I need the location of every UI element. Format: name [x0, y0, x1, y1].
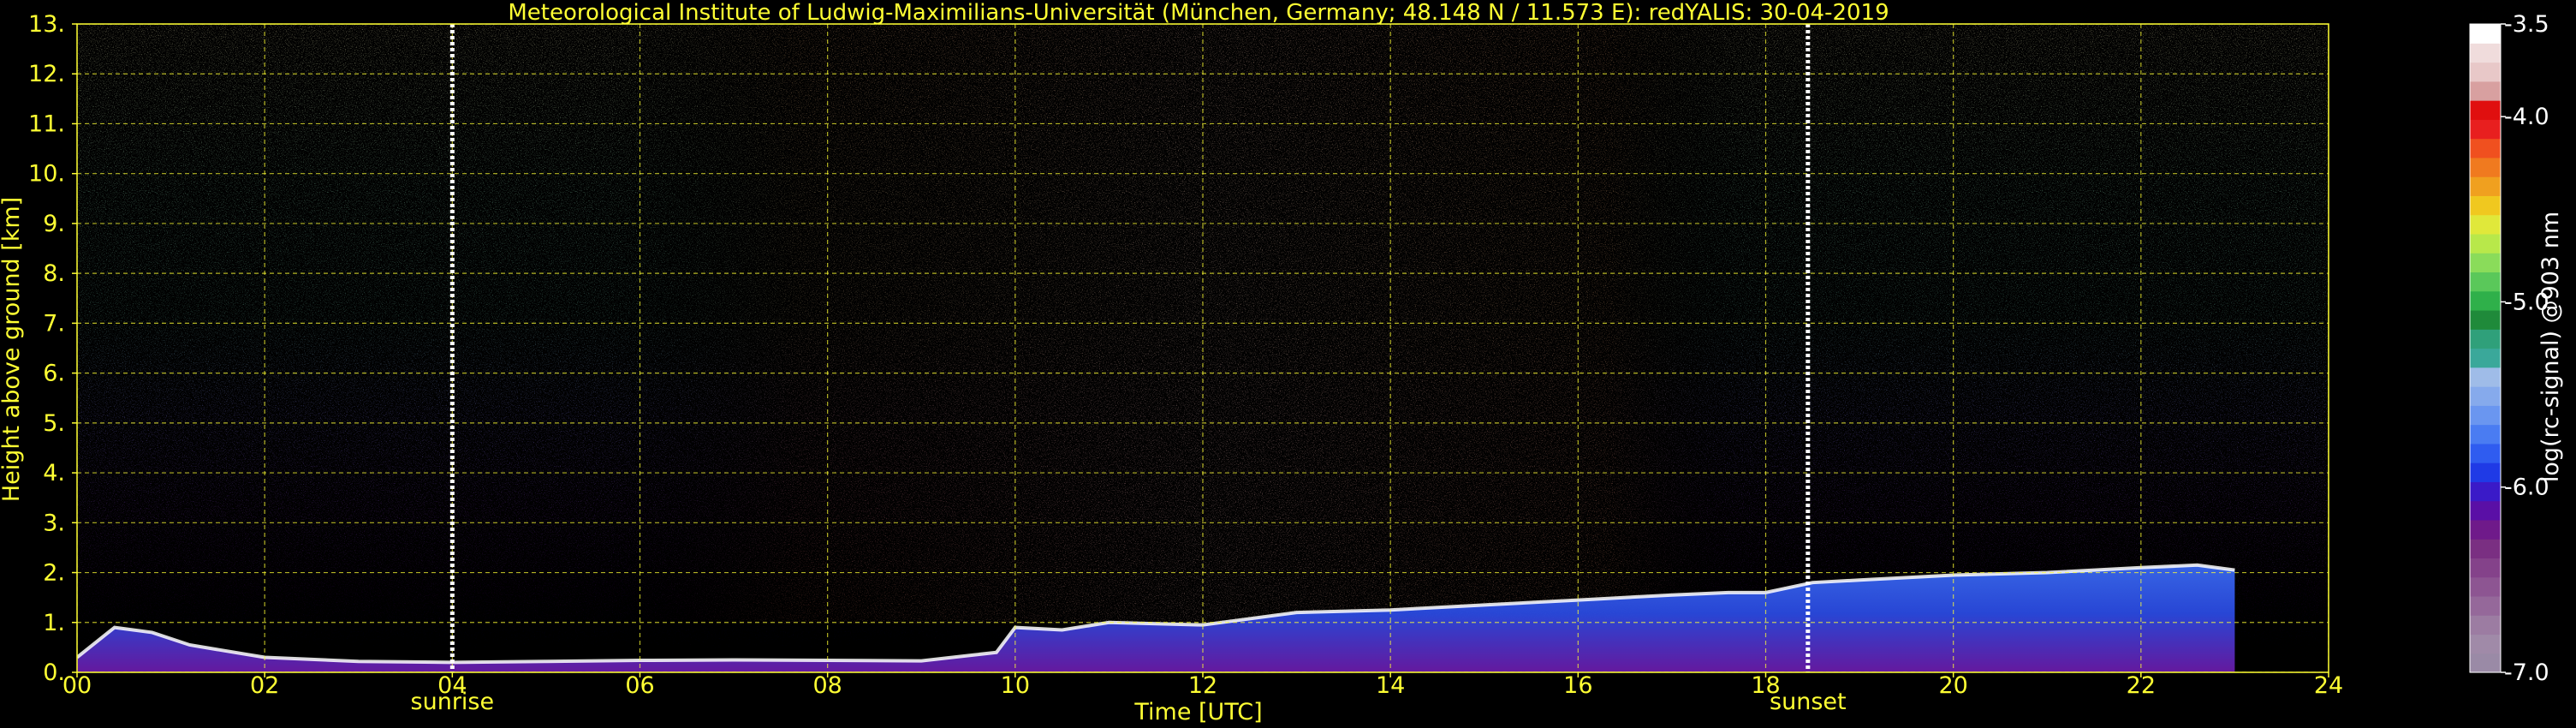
y-tick-label: 12. [28, 61, 65, 87]
colorbar-segment [2470, 81, 2501, 101]
sun-marker-label: sunset [1770, 689, 1847, 715]
colorbar-segment [2470, 405, 2501, 426]
y-axis-label: Height above ground [km] [0, 197, 25, 502]
colorbar [2469, 23, 2502, 673]
x-tick-label: 08 [812, 672, 842, 699]
colorbar-segment [2470, 138, 2501, 158]
x-tick-label: 00 [62, 672, 92, 699]
y-tick-label: 2. [43, 560, 65, 587]
x-tick-label: 16 [1563, 672, 1592, 699]
x-tick-label: 12 [1188, 672, 1217, 699]
x-axis-label: Time [UTC] [1133, 699, 1262, 725]
colorbar-segment [2470, 424, 2501, 445]
x-tick-label: 14 [1376, 672, 1405, 699]
colorbar-segment [2470, 309, 2501, 330]
colorbar-segment [2470, 214, 2501, 235]
colorbar-segment [2470, 157, 2501, 177]
colorbar-segment [2470, 481, 2501, 502]
x-tick-label: 22 [2127, 672, 2156, 699]
colorbar-segment [2470, 386, 2501, 406]
y-tick-label: 4. [43, 460, 65, 486]
y-tick-label: 9. [43, 211, 65, 237]
colorbar-segment [2470, 500, 2501, 521]
colorbar-segment [2470, 443, 2501, 463]
colorbar-segment [2470, 367, 2501, 387]
lidar-chart: 0.1.2.3.4.5.6.7.8.9.10.11.12.13. 00 02 04 0… [0, 0, 2564, 725]
colorbar-segment [2470, 519, 2501, 540]
x-axis-ticks: 00 02 04 06 08 10 12 14 16 18 20 22 24 [62, 672, 2343, 699]
colorbar-segment [2470, 119, 2501, 140]
chart-title: Meteorological Institute of Ludwig-Maxim… [508, 0, 1889, 26]
colorbar-segment [2470, 253, 2501, 273]
y-tick-label: 11. [28, 110, 65, 137]
colorbar-tick-label: -4.0 [2504, 104, 2549, 130]
colorbar-segment [2470, 539, 2501, 559]
y-tick-label: 6. [43, 361, 65, 387]
colorbar-segment [2470, 558, 2501, 578]
y-tick-label: 1. [43, 610, 65, 636]
y-tick-label: 8. [43, 260, 65, 287]
colorbar-segment [2470, 24, 2501, 44]
x-tick-label: 20 [1938, 672, 1967, 699]
x-tick-label: 10 [1001, 672, 1030, 699]
x-tick-label: 02 [250, 672, 279, 699]
colorbar-segment [2470, 634, 2501, 654]
y-tick-label: 5. [43, 410, 65, 437]
colorbar-segment [2470, 595, 2501, 616]
colorbar-tick-label: -3.5 [2504, 11, 2549, 38]
colorbar-segment [2470, 233, 2501, 254]
colorbar-segment [2470, 62, 2501, 82]
y-tick-label: 7. [43, 310, 65, 337]
x-tick-label: 24 [2314, 672, 2343, 699]
y-tick-label: 10. [28, 161, 65, 188]
colorbar-segment [2470, 462, 2501, 482]
colorbar-segment [2470, 653, 2501, 673]
colorbar-segment [2470, 290, 2501, 311]
colorbar-segment [2470, 100, 2501, 120]
sun-marker-label: sunrise [411, 689, 495, 715]
colorbar-segment [2470, 329, 2501, 349]
colorbar-segment [2470, 195, 2501, 216]
colorbar-segment [2470, 615, 2501, 636]
colorbar-segment [2470, 272, 2501, 292]
plot-area [77, 24, 2329, 672]
colorbar-tick-label: -7.0 [2504, 659, 2549, 686]
y-tick-label: 13. [28, 11, 65, 38]
colorbar-segment [2470, 348, 2501, 368]
colorbar-segment [2470, 176, 2501, 196]
y-axis-ticks: 0.1.2.3.4.5.6.7.8.9.10.11.12.13. [28, 11, 77, 686]
colorbar-label: log(rc-signal) @903 nm [2537, 212, 2564, 482]
colorbar-segment [2470, 43, 2501, 63]
x-tick-label: 06 [625, 672, 654, 699]
colorbar-segment [2470, 576, 2501, 597]
y-tick-label: 3. [43, 510, 65, 536]
